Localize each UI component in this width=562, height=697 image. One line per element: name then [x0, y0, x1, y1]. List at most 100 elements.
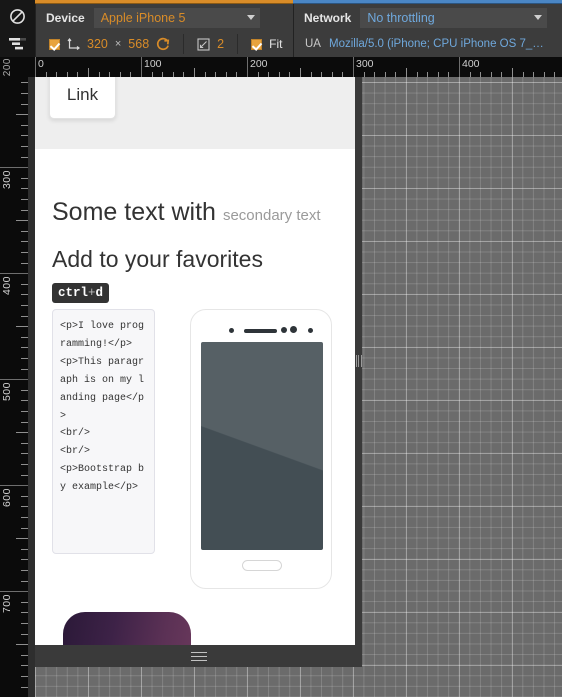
phone-camera-dot-1: [281, 327, 287, 333]
kbd-key-2: d: [95, 286, 104, 300]
ruler-tick: [35, 57, 36, 77]
ruler-tick: [16, 432, 28, 434]
ruler-tick: [21, 665, 28, 667]
ruler-tick: [21, 675, 28, 677]
ruler-tick: [416, 72, 418, 77]
ruler-tick: [21, 198, 28, 200]
ruler-tick: [21, 633, 28, 635]
ruler-tick: [21, 230, 28, 232]
ruler-tick: [21, 304, 28, 306]
ruler-corner-label: 200: [2, 57, 13, 76]
canvas-left-gutter: [28, 77, 35, 697]
ruler-tick: [16, 114, 28, 116]
user-agent-label: UA: [305, 38, 321, 50]
ruler-tick: [533, 72, 535, 77]
ruler-tick: [21, 82, 28, 84]
heading-secondary-text: secondary text: [222, 207, 321, 224]
ruler-tick: [16, 644, 28, 646]
ruler-label: 700: [1, 594, 13, 614]
ruler-label: 500: [1, 382, 13, 402]
ruler-label: 200: [250, 58, 268, 70]
dimension-separator: ×: [114, 38, 122, 50]
ruler-tick: [21, 209, 28, 211]
ruler-tick: [363, 72, 365, 77]
disable-network-icon[interactable]: [0, 2, 35, 30]
ruler-tick: [21, 410, 28, 412]
device-dimension-checkbox[interactable]: [49, 38, 60, 50]
ruler-tick: [21, 92, 28, 94]
ruler-tick: [21, 389, 28, 391]
ruler-tick: [247, 57, 248, 77]
rendered-page: Link Some text with secondary text Add t…: [35, 77, 355, 645]
phone-camera-dot-2: [290, 326, 297, 333]
ruler-tick: [406, 68, 407, 77]
device-label: Device: [46, 10, 85, 25]
ruler-label: 400: [462, 58, 480, 70]
ruler-tick: [437, 72, 439, 77]
kbd-plus: +: [88, 286, 96, 300]
ruler-label: 0: [38, 58, 44, 70]
device-height-value[interactable]: 568: [128, 37, 149, 51]
ruler-tick: [300, 68, 301, 77]
ruler-label: 300: [356, 58, 374, 70]
ruler-tick: [21, 495, 28, 497]
fit-label: Fit: [269, 37, 283, 51]
network-select-value: No throttling: [367, 10, 435, 25]
ruler-tick: [21, 474, 28, 476]
device-panel: Device Apple iPhone 5 320 × 568 2 Fit: [35, 0, 293, 57]
ruler-tick: [21, 453, 28, 455]
chevron-down-icon: [534, 14, 543, 20]
ruler-tick: [21, 654, 28, 656]
ruler-tick: [21, 463, 28, 465]
rotate-icon[interactable]: [156, 37, 170, 51]
device-width-value[interactable]: 320: [87, 37, 108, 51]
fit-checkbox[interactable]: [251, 38, 263, 50]
toolbar-left-icon-strip: [0, 0, 35, 57]
ruler-tick: [554, 72, 556, 77]
smartphone-mockup-image: [190, 309, 332, 589]
device-select-value: Apple iPhone 5: [100, 10, 186, 25]
ruler-tick: [0, 485, 28, 487]
viewport-resize-handle-bottom[interactable]: [35, 645, 362, 667]
ruler-corner: 200: [0, 57, 28, 77]
ruler-tick: [522, 72, 524, 77]
ruler-tick: [21, 368, 28, 370]
ruler-tick: [448, 72, 450, 77]
page-navbar: Link: [35, 77, 355, 149]
ruler-tick: [21, 283, 28, 285]
ruler-tick: [141, 57, 142, 77]
phone-sensor-dot: [229, 328, 234, 333]
chevron-down-icon: [246, 14, 255, 20]
user-agent-value[interactable]: Mozilla/5.0 (iPhone; CPU iPhone OS 7_…: [329, 38, 544, 50]
ruler-tick: [21, 580, 28, 582]
throttling-icon[interactable]: [0, 30, 35, 58]
device-pixel-ratio-icon: [197, 37, 210, 51]
devtools-device-mode-screenshot: Device Apple iPhone 5 320 × 568 2 Fit Ne…: [0, 0, 562, 697]
device-mode-toolbar: Device Apple iPhone 5 320 × 568 2 Fit Ne…: [0, 0, 562, 57]
phone-home-button: [242, 560, 282, 571]
viewport-resize-handle-right[interactable]: [355, 77, 362, 645]
ruler-tick: [21, 527, 28, 529]
device-pixel-ratio-value[interactable]: 2: [217, 37, 224, 51]
ruler-tick: [16, 220, 28, 222]
bootstrap-b-logo: [63, 612, 191, 645]
code-block: <p>I love programming!</p> <p>This parag…: [52, 309, 155, 554]
network-throttling-select[interactable]: No throttling: [360, 7, 548, 28]
ruler-tick: [21, 315, 28, 317]
ruler-tick: [490, 72, 492, 77]
ruler-tick: [427, 72, 429, 77]
ruler-label: 300: [1, 170, 13, 190]
phone-led-dot: [308, 328, 313, 333]
ruler-tick: [0, 167, 28, 169]
device-select[interactable]: Apple iPhone 5: [93, 7, 260, 28]
ruler-tick: [459, 57, 460, 77]
ruler-tick: [21, 251, 28, 253]
heading-primary-text: Some text with: [52, 198, 216, 226]
ruler-tick: [21, 103, 28, 105]
nav-dropdown-item-link[interactable]: Link: [49, 77, 116, 119]
ruler-label: 400: [1, 276, 13, 296]
ruler-tick: [21, 347, 28, 349]
ruler-tick: [16, 326, 28, 328]
ruler-tick: [480, 72, 482, 77]
vertical-ruler: 300 400 500 600 700: [0, 77, 28, 697]
